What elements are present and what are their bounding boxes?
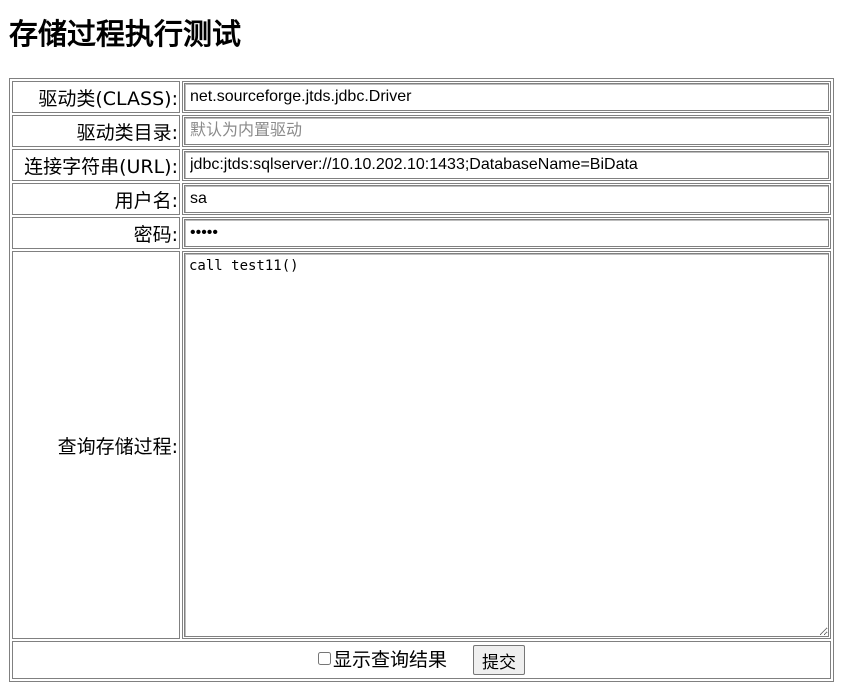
show-results-label[interactable]: 显示查询结果 [333, 649, 447, 671]
row-connection-url: 连接字符串(URL): [12, 149, 831, 181]
actions-cell: 显示查询结果 提交 [12, 641, 831, 679]
username-input[interactable] [184, 185, 829, 213]
password-input[interactable] [184, 219, 829, 247]
procedure-label: 查询存储过程: [12, 251, 180, 639]
password-cell [182, 217, 831, 249]
row-procedure: 查询存储过程: call test11() [12, 251, 831, 639]
username-cell [182, 183, 831, 215]
driver-dir-label: 驱动类目录: [12, 115, 180, 147]
driver-dir-cell [182, 115, 831, 147]
page-title: 存储过程执行测试 [9, 17, 242, 51]
driver-class-input[interactable] [184, 83, 829, 111]
username-label: 用户名: [12, 183, 180, 215]
proc-test-form: 驱动类(CLASS): 驱动类目录: 连接字符串(URL): 用户名: 密码: … [9, 78, 834, 682]
row-driver-dir: 驱动类目录: [12, 115, 831, 147]
connection-url-cell [182, 149, 831, 181]
row-driver-class: 驱动类(CLASS): [12, 81, 831, 113]
driver-class-cell [182, 81, 831, 113]
password-label: 密码: [12, 217, 180, 249]
row-username: 用户名: [12, 183, 831, 215]
row-password: 密码: [12, 217, 831, 249]
submit-button[interactable]: 提交 [473, 645, 526, 676]
driver-dir-input[interactable] [184, 117, 829, 145]
connection-url-label: 连接字符串(URL): [12, 149, 180, 181]
driver-class-label: 驱动类(CLASS): [12, 81, 180, 113]
show-results-checkbox[interactable] [317, 651, 331, 665]
row-actions: 显示查询结果 提交 [12, 641, 831, 679]
procedure-textarea[interactable]: call test11() [184, 253, 829, 637]
connection-url-input[interactable] [184, 151, 829, 179]
procedure-cell: call test11() [182, 251, 831, 639]
